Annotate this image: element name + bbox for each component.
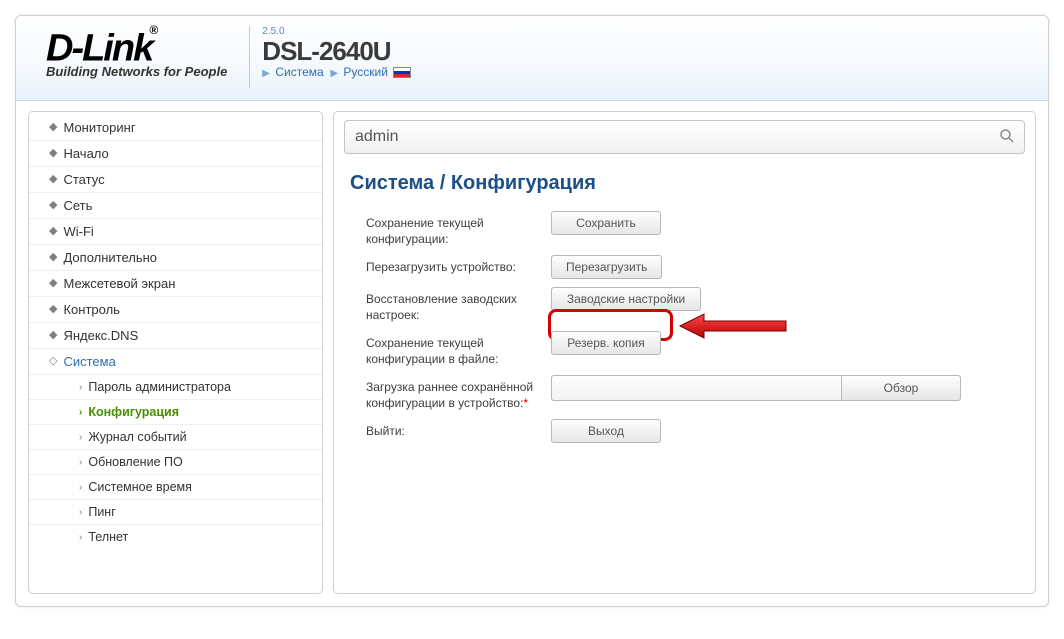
sidebar-item-advanced[interactable]: ◆ Дополнительно [29, 245, 322, 271]
label-logout: Выйти: [366, 419, 551, 439]
label-backup: Сохранение текущей конфигурации в файле: [366, 331, 551, 367]
label-reboot: Перезагрузить устройство: [366, 255, 551, 275]
logo-registered: ® [149, 23, 156, 37]
row-upload: Загрузка раннее сохранённой конфигурации… [366, 375, 1025, 411]
app-frame: D-Link® Building Networks for People 2.5… [15, 15, 1049, 607]
sidebar-sub-label: Пинг [88, 505, 115, 519]
sidebar-item-label: Статус [63, 172, 104, 187]
sidebar-item-start[interactable]: ◆ Начало [29, 141, 322, 167]
row-reboot: Перезагрузить устройство: Перезагрузить [366, 255, 1025, 279]
sidebar-sub-label: Системное время [88, 480, 192, 494]
config-form: Сохранение текущей конфигурации: Сохрани… [366, 211, 1025, 443]
sidebar-sub-event-log[interactable]: › Журнал событий [29, 425, 322, 450]
page-title: Система / Конфигурация [350, 172, 1025, 195]
chevron-right-icon: › [79, 507, 82, 518]
label-save-config: Сохранение текущей конфигурации: [366, 211, 551, 247]
sidebar-sub-firmware-update[interactable]: › Обновление ПО [29, 450, 322, 475]
flag-russia-icon [393, 67, 411, 78]
diamond-icon: ◆ [49, 330, 57, 341]
file-path-display[interactable] [551, 375, 841, 401]
chevron-right-icon: › [79, 482, 82, 493]
sidebar-item-firewall[interactable]: ◆ Межсетевой экран [29, 271, 322, 297]
sidebar-item-wifi[interactable]: ◆ Wi-Fi [29, 219, 322, 245]
chevron-right-icon: › [79, 457, 82, 468]
sidebar-sub-label: Телнет [88, 530, 128, 544]
row-logout: Выйти: Выход [366, 419, 1025, 443]
reboot-button[interactable]: Перезагрузить [551, 255, 662, 279]
search-bar [344, 120, 1025, 154]
search-input[interactable] [353, 127, 998, 147]
brand-tagline: Building Networks for People [46, 64, 227, 79]
logout-button[interactable]: Выход [551, 419, 661, 443]
chevron-right-icon: › [79, 432, 82, 443]
sidebar-item-label: Яндекс.DNS [63, 328, 138, 343]
sidebar-sub-telnet[interactable]: › Телнет [29, 525, 322, 549]
logo-block: D-Link® Building Networks for People [46, 26, 227, 79]
breadcrumb-system-link[interactable]: Система [275, 65, 323, 79]
sidebar-item-label: Начало [63, 146, 108, 161]
sidebar-sub-admin-password[interactable]: › Пароль администратора [29, 375, 322, 400]
diamond-icon: ◆ [49, 148, 57, 159]
device-model: DSL-2640U [262, 37, 411, 65]
search-icon[interactable] [998, 127, 1016, 148]
sidebar-item-label: Межсетевой экран [63, 276, 175, 291]
required-marker: * [523, 396, 528, 410]
chevron-right-icon: › [79, 382, 82, 393]
sidebar-item-status[interactable]: ◆ Статус [29, 167, 322, 193]
body: ◆ Мониторинг ◆ Начало ◆ Статус ◆ Сеть ◆ Wi-Fi… [16, 101, 1048, 606]
sidebar-item-label: Мониторинг [63, 120, 135, 135]
sidebar-item-network[interactable]: ◆ Сеть [29, 193, 322, 219]
browse-button[interactable]: Обзор [841, 375, 961, 401]
main-panel: Система / Конфигурация Сохранение текуще… [333, 111, 1036, 594]
label-upload: Загрузка раннее сохранённой конфигурации… [366, 375, 551, 411]
sidebar-sub-ping[interactable]: › Пинг [29, 500, 322, 525]
sidebar-item-monitoring[interactable]: ◆ Мониторинг [29, 115, 322, 141]
save-button[interactable]: Сохранить [551, 211, 661, 235]
brand-logo: D-Link® [46, 26, 227, 66]
sidebar-sub-configuration[interactable]: › Конфигурация [29, 400, 322, 425]
sidebar-item-label: Wi-Fi [63, 224, 93, 239]
diamond-icon: ◆ [49, 304, 57, 315]
breadcrumb-sep-icon: ▶ [262, 68, 270, 79]
row-save-config: Сохранение текущей конфигурации: Сохрани… [366, 211, 1025, 247]
sidebar-item-label: Система [63, 354, 115, 369]
diamond-icon: ◆ [49, 174, 57, 185]
sidebar-sub-label: Обновление ПО [88, 455, 182, 469]
row-backup: Сохранение текущей конфигурации в файле:… [366, 331, 1025, 367]
sidebar-item-yandexdns[interactable]: ◆ Яндекс.DNS [29, 323, 322, 349]
sidebar-sub-label: Пароль администратора [88, 380, 231, 394]
file-upload-group: Обзор [551, 375, 961, 401]
sidebar-item-label: Контроль [63, 302, 119, 317]
sidebar-sub-label: Конфигурация [88, 405, 179, 419]
row-factory: Восстановление заводских настроек: Завод… [366, 287, 1025, 323]
header: D-Link® Building Networks for People 2.5… [16, 16, 1048, 101]
diamond-icon: ◆ [49, 122, 57, 133]
backup-button[interactable]: Резерв. копия [551, 331, 661, 355]
diamond-icon: ◆ [49, 200, 57, 211]
sidebar: ◆ Мониторинг ◆ Начало ◆ Статус ◆ Сеть ◆ Wi-Fi… [28, 111, 323, 594]
diamond-open-icon: ◇ [49, 356, 57, 367]
factory-reset-button[interactable]: Заводские настройки [551, 287, 701, 311]
sidebar-item-label: Сеть [63, 198, 92, 213]
diamond-icon: ◆ [49, 252, 57, 263]
chevron-right-icon: › [79, 532, 82, 543]
sidebar-item-control[interactable]: ◆ Контроль [29, 297, 322, 323]
breadcrumb: ▶ Система ▶ Русский [262, 65, 411, 79]
label-upload-text: Загрузка раннее сохранённой конфигурации… [366, 380, 533, 410]
sidebar-item-system[interactable]: ◇ Система [29, 349, 322, 375]
breadcrumb-language-link[interactable]: Русский [343, 65, 388, 79]
diamond-icon: ◆ [49, 226, 57, 237]
chevron-right-icon: › [79, 407, 82, 418]
sidebar-sub-list: › Пароль администратора › Конфигурация › Жу… [29, 375, 322, 549]
sidebar-sub-system-time[interactable]: › Системное время [29, 475, 322, 500]
breadcrumb-sep-icon: ▶ [330, 68, 338, 79]
model-block: 2.5.0 DSL-2640U ▶ Система ▶ Русский [249, 26, 411, 88]
label-factory: Восстановление заводских настроек: [366, 287, 551, 323]
diamond-icon: ◆ [49, 278, 57, 289]
sidebar-sub-label: Журнал событий [88, 430, 186, 444]
sidebar-item-label: Дополнительно [63, 250, 157, 265]
